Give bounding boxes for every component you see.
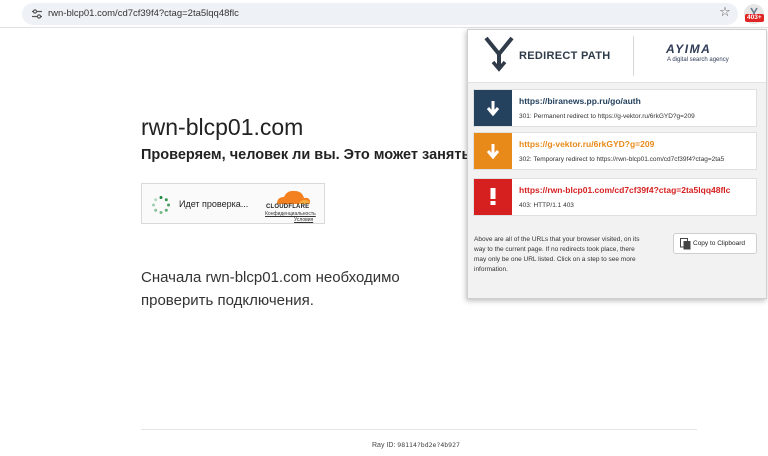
copy-button-label: Copy to Clipboard (693, 240, 746, 247)
verification-heading: Проверяем, человек ли вы. Это может заня… (141, 147, 484, 163)
redirect-step[interactable]: https://biranews.pp.ru/go/auth 301: Perm… (473, 89, 757, 127)
exclamation-icon (490, 188, 496, 205)
status-badge-302 (474, 133, 512, 169)
ayima-logo[interactable]: AYIMA (666, 42, 711, 56)
redirect-description: 302: Temporary redirect to https://rwn-b… (519, 156, 725, 163)
redirect-url[interactable]: https://g-vektor.ru/6rkGYD?g=209 (519, 139, 654, 149)
loading-spinner-icon (152, 196, 170, 214)
ray-id-label: Ray ID: (372, 442, 396, 449)
browser-toolbar: rwn-blcp01.com/cd7cf39f4?ctag=2ta5lqq48f… (0, 0, 768, 28)
redirect-url[interactable]: https://biranews.pp.ru/go/auth (519, 96, 641, 106)
redirect-step[interactable]: https://g-vektor.ru/6rkGYD?g=209 302: Te… (473, 132, 757, 170)
cloudflare-brand: CLOUDFLARE (266, 204, 310, 210)
redirect-description: 403: HTTP/1.1 403 (519, 202, 574, 209)
ray-id-footer: Ray ID: 98114?bd2e?4b927 (372, 441, 460, 449)
address-bar[interactable]: rwn-blcp01.com/cd7cf39f4?ctag=2ta5lqq48f… (22, 3, 738, 25)
extension-status-badge: 403+ (745, 14, 764, 22)
ray-id-value: 98114?bd2e?4b927 (397, 441, 460, 449)
redirect-path-logo-icon (484, 36, 514, 72)
popup-note: Above are all of the URLs that your brow… (474, 236, 640, 273)
status-badge-301 (474, 90, 512, 126)
redirect-path-brand: REDIRECT PATH (519, 50, 611, 62)
site-title: rwn-blcp01.com (141, 114, 304, 140)
footer-divider (141, 429, 697, 430)
ayima-tagline: A digital search agency (667, 57, 729, 63)
redirect-path-popup: REDIRECT PATH AYIMA A digital search age… (467, 29, 767, 299)
verification-explanation: Сначала rwn-blcp01.com необходимо провер… (141, 269, 400, 309)
redirect-url[interactable]: https://rwn-blcp01.com/cd7cf39f4?ctag=2t… (519, 185, 730, 195)
site-settings-icon[interactable] (31, 8, 43, 20)
url-text[interactable]: rwn-blcp01.com/cd7cf39f4?ctag=2ta5lqq48f… (48, 8, 239, 19)
redirect-description: 301: Permanent redirect to https://g-vek… (519, 113, 695, 120)
arrow-down-icon (486, 101, 500, 116)
header-separator (633, 36, 634, 76)
popup-header: REDIRECT PATH AYIMA A digital search age… (468, 30, 766, 83)
redirect-step[interactable]: https://rwn-blcp01.com/cd7cf39f4?ctag=2t… (473, 178, 757, 216)
terms-link[interactable]: Условия (294, 217, 313, 223)
verification-status-text: Идет проверка... (179, 199, 249, 209)
cloudflare-challenge-widget[interactable]: Идет проверка... CLOUDFLARE Конфиденциал… (141, 183, 325, 224)
clipboard-icon (680, 238, 691, 250)
status-badge-403 (474, 179, 512, 215)
copy-to-clipboard-button[interactable]: Copy to Clipboard (673, 233, 757, 254)
arrow-down-icon (486, 144, 500, 159)
bookmark-star-icon[interactable]: ☆ (718, 6, 732, 20)
